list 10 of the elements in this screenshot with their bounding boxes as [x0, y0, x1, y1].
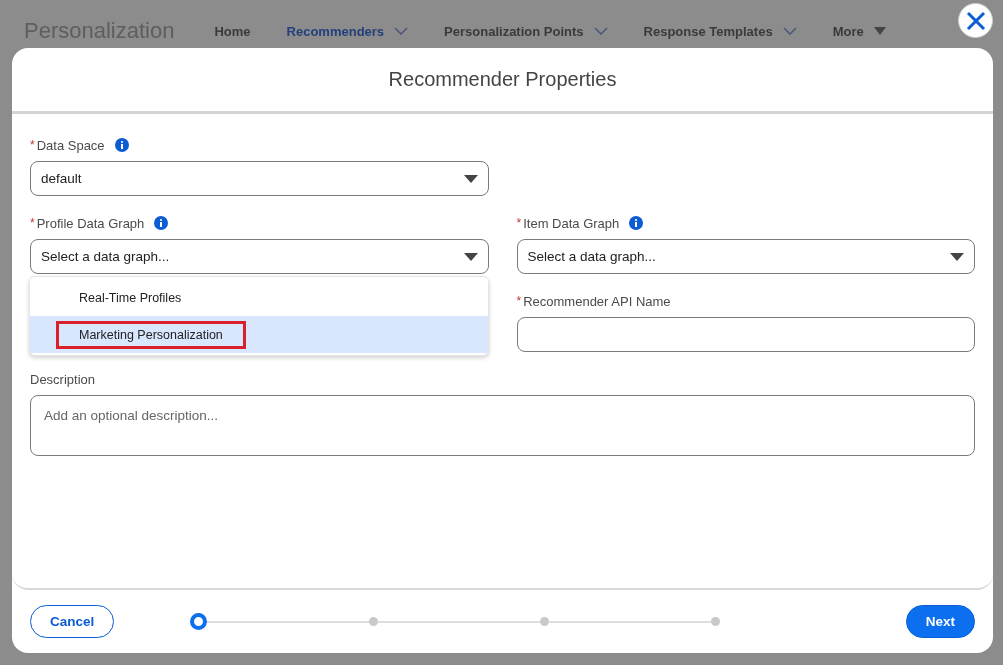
field-label: Profile Data Graph [36, 215, 145, 231]
field-label: Data Space [36, 137, 105, 153]
required-mark: * [30, 216, 35, 230]
required-mark: * [516, 294, 522, 308]
modal-title: Recommender Properties [388, 68, 617, 91]
field-label: Description [30, 371, 96, 387]
field-label: Recommender API Name [523, 293, 671, 309]
required-mark: * [30, 138, 35, 152]
required-mark: * [516, 216, 522, 230]
field-label: Item Data Graph [523, 215, 620, 231]
